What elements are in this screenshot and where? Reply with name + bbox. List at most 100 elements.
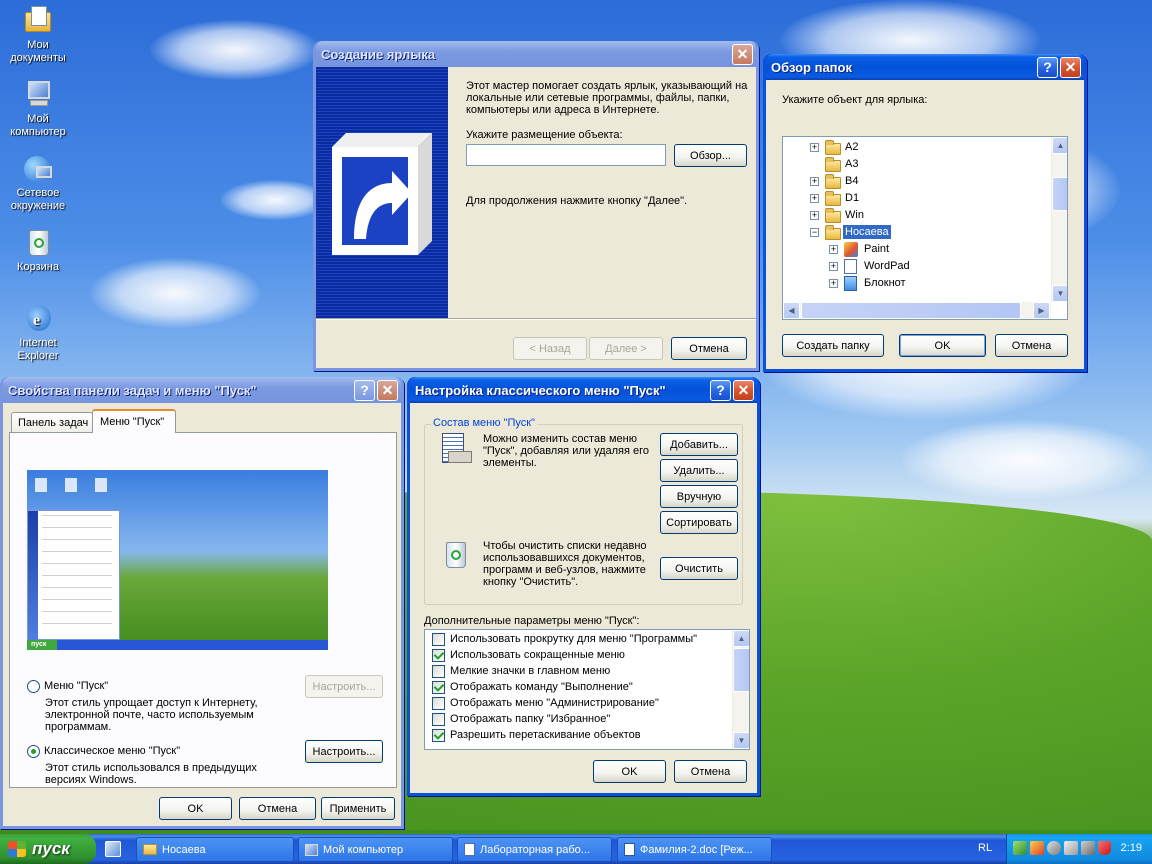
tree-row[interactable]: + Paint [783,241,1051,258]
option-row[interactable]: Отображать папку "Избранное" [425,712,730,728]
quick-launch-icon[interactable] [105,841,121,857]
clear-button[interactable]: Очистить [660,557,738,580]
scroll-up-arrow[interactable]: ▲ [733,630,749,647]
ok-button[interactable]: OK [899,334,986,357]
task-button[interactable]: Мой компьютер [298,837,453,862]
security-alert-icon[interactable] [1030,841,1044,855]
tree-row[interactable]: A3 [783,156,1051,173]
option-row[interactable]: Мелкие значки в главном меню [425,664,730,680]
ok-button[interactable]: OK [159,797,232,820]
browse-folders-titlebar[interactable]: Обзор папок ? ✕ [766,54,1084,80]
desktop-icon-my-computer[interactable]: Мой компьютер [1,78,75,139]
tree-row-selected[interactable]: − Носаева [783,224,1051,241]
task-button[interactable]: Лабораторная рабо... [457,837,612,862]
desktop-icon-my-documents[interactable]: Мои документы [1,4,75,65]
taskbar-properties-window: Свойства панели задач и меню "Пуск" ? ✕ … [0,377,404,829]
add-button[interactable]: Добавить... [660,433,738,456]
clock[interactable]: 2:19 [1121,842,1142,854]
option-checkbox[interactable] [432,681,445,694]
scroll-down-arrow[interactable]: ▼ [733,732,749,749]
option-checkbox[interactable] [432,729,445,742]
cancel-button[interactable]: Отмена [674,760,747,783]
classic-menu-radio[interactable] [27,745,40,758]
antivirus-icon[interactable] [1064,841,1078,855]
advanced-options-list[interactable]: Использовать прокрутку для меню "Програм… [424,629,750,750]
expand-icon[interactable]: + [829,245,838,254]
tab-start-menu[interactable]: Меню "Пуск" [92,409,176,433]
scroll-up-arrow[interactable]: ▲ [1052,137,1067,154]
tree-vertical-scrollbar[interactable]: ▲ ▼ [1051,137,1067,302]
tree-horizontal-scrollbar[interactable]: ◀ ▶ [783,302,1051,319]
scroll-thumb[interactable] [733,648,749,692]
option-checkbox[interactable] [432,697,445,710]
shield-icon[interactable] [1098,841,1111,855]
option-checkbox[interactable] [432,713,445,726]
help-button[interactable]: ? [354,379,375,401]
new-folder-button[interactable]: Создать папку [782,334,884,357]
options-scrollbar[interactable]: ▲ ▼ [732,630,749,749]
expand-icon[interactable]: + [829,262,838,271]
classic-menu-titlebar[interactable]: Настройка классического меню "Пуск" ? ✕ [410,377,757,403]
next-button[interactable]: Далее > [589,337,663,360]
taskbar-properties-titlebar[interactable]: Свойства панели задач и меню "Пуск" ? ✕ [3,377,401,403]
close-button[interactable]: ✕ [1060,56,1081,78]
task-button[interactable]: Носаева [136,837,294,862]
network-tray-icon[interactable] [1013,841,1027,855]
close-button[interactable]: ✕ [732,43,753,65]
manual-button[interactable]: Вручную [660,485,738,508]
collapse-icon[interactable]: − [810,228,819,237]
volume-icon[interactable] [1047,841,1061,855]
shortcut-wizard-titlebar[interactable]: Создание ярлыка ✕ [316,41,756,67]
close-button[interactable]: ✕ [733,379,754,401]
folder-tree[interactable]: + A2 A3 + B4 + D1 + Win − Носаева + Pain… [782,136,1068,320]
ok-button[interactable]: OK [593,760,666,783]
tree-row[interactable]: + D1 [783,190,1051,207]
expand-icon[interactable]: + [810,211,819,220]
remove-button[interactable]: Удалить... [660,459,738,482]
help-button[interactable]: ? [1037,56,1058,78]
sort-button[interactable]: Сортировать [660,511,738,534]
desktop-icon-recycle-bin[interactable]: Корзина [1,226,75,274]
help-button[interactable]: ? [710,379,731,401]
desktop-icon-internet-explorer[interactable]: e Internet Explorer [1,302,75,363]
apply-button[interactable]: Применить [321,797,395,820]
option-checkbox[interactable] [432,665,445,678]
start-menu-radio[interactable] [27,680,40,693]
browse-button[interactable]: Обзор... [674,144,747,167]
tree-row[interactable]: + B4 [783,173,1051,190]
option-row[interactable]: Разрешить перетаскивание объектов [425,728,730,744]
option-row[interactable]: Отображать меню "Администрирование" [425,696,730,712]
language-indicator[interactable]: RL [978,842,992,854]
start-button[interactable]: пуск [0,834,96,864]
expand-icon[interactable]: + [810,194,819,203]
task-button[interactable]: Фамилия-2.doc [Реж... [617,837,772,862]
option-row[interactable]: Использовать прокрутку для меню "Програм… [425,632,730,648]
scroll-right-arrow[interactable]: ▶ [1033,302,1050,319]
option-checkbox[interactable] [432,633,445,646]
cancel-button[interactable]: Отмена [671,337,747,360]
desktop-icon-network[interactable]: Сетевое окружение [1,152,75,213]
scroll-thumb[interactable] [801,302,1021,319]
cancel-button[interactable]: Отмена [995,334,1068,357]
expand-icon[interactable]: + [810,143,819,152]
option-row[interactable]: Отображать команду "Выполнение" [425,680,730,696]
tree-row[interactable]: + A2 [783,139,1051,156]
location-input[interactable] [466,144,666,166]
expand-icon[interactable]: + [810,177,819,186]
hardware-icon[interactable] [1081,841,1095,855]
classic-menu-customize-button[interactable]: Настроить... [305,740,383,763]
option-row[interactable]: Использовать сокращенные меню [425,648,730,664]
tree-row[interactable]: + Win [783,207,1051,224]
scroll-left-arrow[interactable]: ◀ [783,302,800,319]
back-button[interactable]: < Назад [513,337,587,360]
cancel-button[interactable]: Отмена [239,797,316,820]
scroll-down-arrow[interactable]: ▼ [1052,285,1067,302]
tree-row[interactable]: + WordPad [783,258,1051,275]
option-checkbox[interactable] [432,649,445,662]
start-menu-customize-button[interactable]: Настроить... [305,675,383,698]
scroll-thumb[interactable] [1052,177,1067,211]
close-button[interactable]: ✕ [377,379,398,401]
tree-row[interactable]: + Блокнот [783,275,1051,292]
expand-icon[interactable]: + [829,279,838,288]
tab-taskbar[interactable]: Панель задач [11,412,93,432]
